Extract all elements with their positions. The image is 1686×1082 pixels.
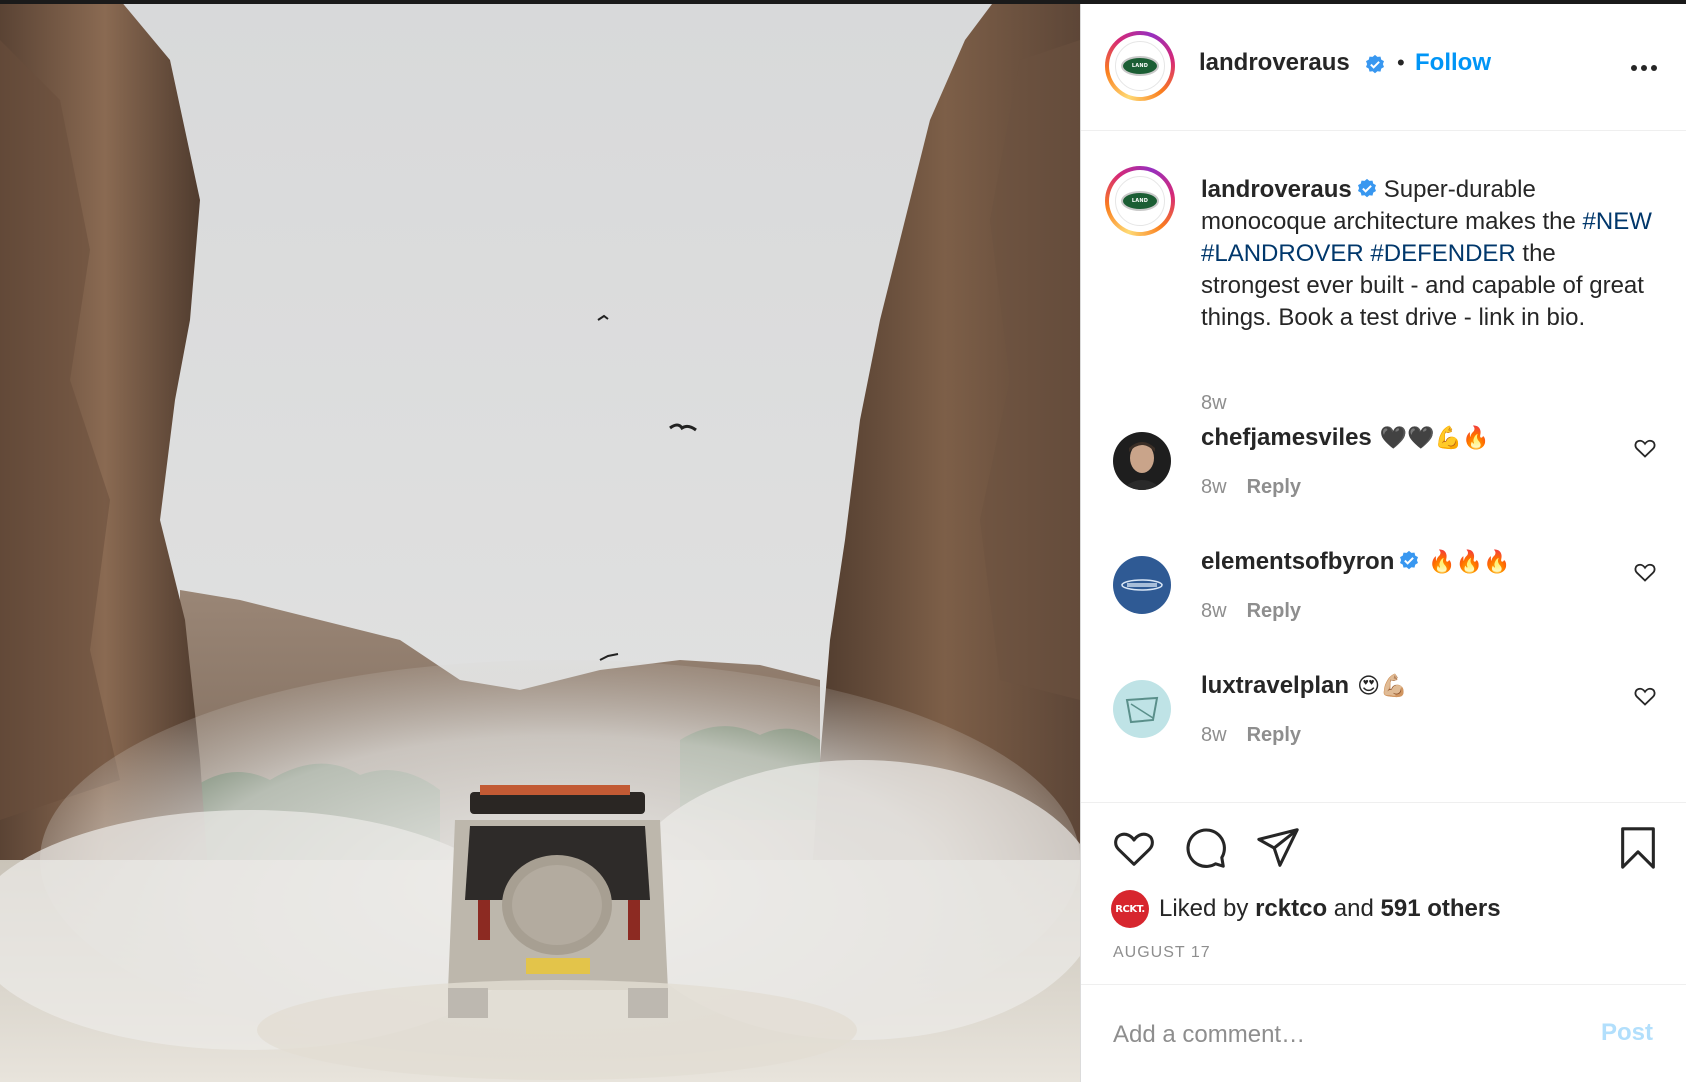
hashtag-new[interactable]: #NEW — [1583, 208, 1652, 235]
liker-username[interactable]: rcktco — [1255, 895, 1327, 923]
likes-summary: RCKT. Liked by rcktco and 591 others — [1111, 889, 1501, 929]
liker-avatar[interactable]: RCKT. — [1111, 890, 1149, 928]
separator-dot: • — [1397, 50, 1405, 75]
commenter-avatar[interactable] — [1113, 556, 1171, 614]
add-comment-bar: Post — [1081, 984, 1686, 1082]
comment-item: luxtravelplan 😍💪🏼 8w Reply — [1081, 672, 1686, 782]
caption-author-avatar[interactable]: LAND ROVER — [1105, 166, 1175, 236]
more-options-icon[interactable] — [1626, 50, 1662, 86]
like-heart-icon[interactable] — [1111, 825, 1157, 871]
post-details-panel: LAND ROVER landroveraus • Follow LAND RO… — [1080, 0, 1686, 1082]
verified-badge-icon — [1366, 54, 1384, 74]
post-header: LAND ROVER landroveraus • Follow — [1081, 0, 1686, 131]
canyon-photo — [0, 0, 1080, 1082]
likes-conjunction: and — [1333, 895, 1374, 922]
comment-age[interactable]: 8w — [1201, 724, 1227, 746]
heart-icon[interactable] — [1633, 560, 1657, 584]
comment-text: luxtravelplan 😍💪🏼 — [1201, 672, 1407, 700]
bookmark-icon[interactable] — [1615, 825, 1661, 871]
share-icon[interactable] — [1255, 825, 1301, 871]
hashtag-defender[interactable]: #DEFENDER — [1370, 240, 1515, 267]
comment-item: elementsofbyron 🔥🔥🔥 8w Reply — [1081, 548, 1686, 658]
commenter-photo — [1113, 432, 1171, 490]
post-actions: RCKT. Liked by rcktco and 591 others AUG… — [1081, 802, 1686, 984]
reply-button[interactable]: Reply — [1247, 476, 1301, 498]
comment-icon[interactable] — [1183, 825, 1229, 871]
comment-emoji: 🔥🔥🔥 — [1428, 550, 1511, 575]
verified-badge-icon — [1400, 550, 1419, 569]
commenter-username[interactable]: chefjamesviles — [1201, 424, 1372, 451]
comment-meta: 8w Reply — [1201, 476, 1301, 499]
commenter-photo — [1113, 556, 1171, 614]
comment-age[interactable]: 8w — [1201, 476, 1227, 498]
land-rover-logo: LAND ROVER — [1121, 191, 1159, 220]
reply-button[interactable]: Reply — [1247, 724, 1301, 746]
comment-age[interactable]: 8w — [1201, 600, 1227, 622]
comment-input[interactable] — [1113, 1015, 1573, 1055]
author-username[interactable]: landroveraus — [1199, 49, 1350, 77]
caption-age[interactable]: 8w — [1201, 392, 1227, 415]
window-top-border — [0, 0, 1686, 4]
verified-badge-icon — [1357, 178, 1376, 197]
likes-prefix: Liked by — [1159, 895, 1249, 922]
land-rover-logo: LAND ROVER — [1121, 56, 1159, 85]
reply-button[interactable]: Reply — [1247, 600, 1301, 622]
follow-button[interactable]: Follow — [1415, 49, 1491, 77]
comment-meta: 8w Reply — [1201, 600, 1301, 623]
author-avatar[interactable]: LAND ROVER — [1105, 31, 1175, 101]
comment-emoji: 🖤🖤💪🔥 — [1379, 426, 1490, 451]
comment-text: elementsofbyron 🔥🔥🔥 — [1201, 548, 1511, 576]
commenter-avatar[interactable] — [1113, 432, 1171, 490]
commenter-photo — [1113, 680, 1171, 738]
commenter-avatar[interactable] — [1113, 680, 1171, 738]
hashtag-landrover[interactable]: #LANDROVER — [1201, 240, 1364, 267]
commenter-username[interactable]: luxtravelplan — [1201, 672, 1349, 699]
post-date[interactable]: AUGUST 17 — [1113, 944, 1211, 962]
post-comment-button[interactable]: Post — [1601, 1019, 1653, 1047]
post-photo[interactable] — [0, 0, 1080, 1082]
heart-icon[interactable] — [1633, 684, 1657, 708]
caption-text: landroveraus Super-durable monocoque arc… — [1201, 174, 1661, 334]
heart-icon[interactable] — [1633, 436, 1657, 460]
caption-username[interactable]: landroveraus — [1201, 176, 1352, 203]
comment-emoji: 😍💪🏼 — [1357, 674, 1408, 699]
likes-others-link[interactable]: 591 others — [1381, 895, 1501, 923]
comment-item: chefjamesviles 🖤🖤💪🔥 8w Reply — [1081, 424, 1686, 534]
commenter-username[interactable]: elementsofbyron — [1201, 548, 1394, 575]
comment-meta: 8w Reply — [1201, 724, 1301, 747]
comment-text: chefjamesviles 🖤🖤💪🔥 — [1201, 424, 1489, 452]
